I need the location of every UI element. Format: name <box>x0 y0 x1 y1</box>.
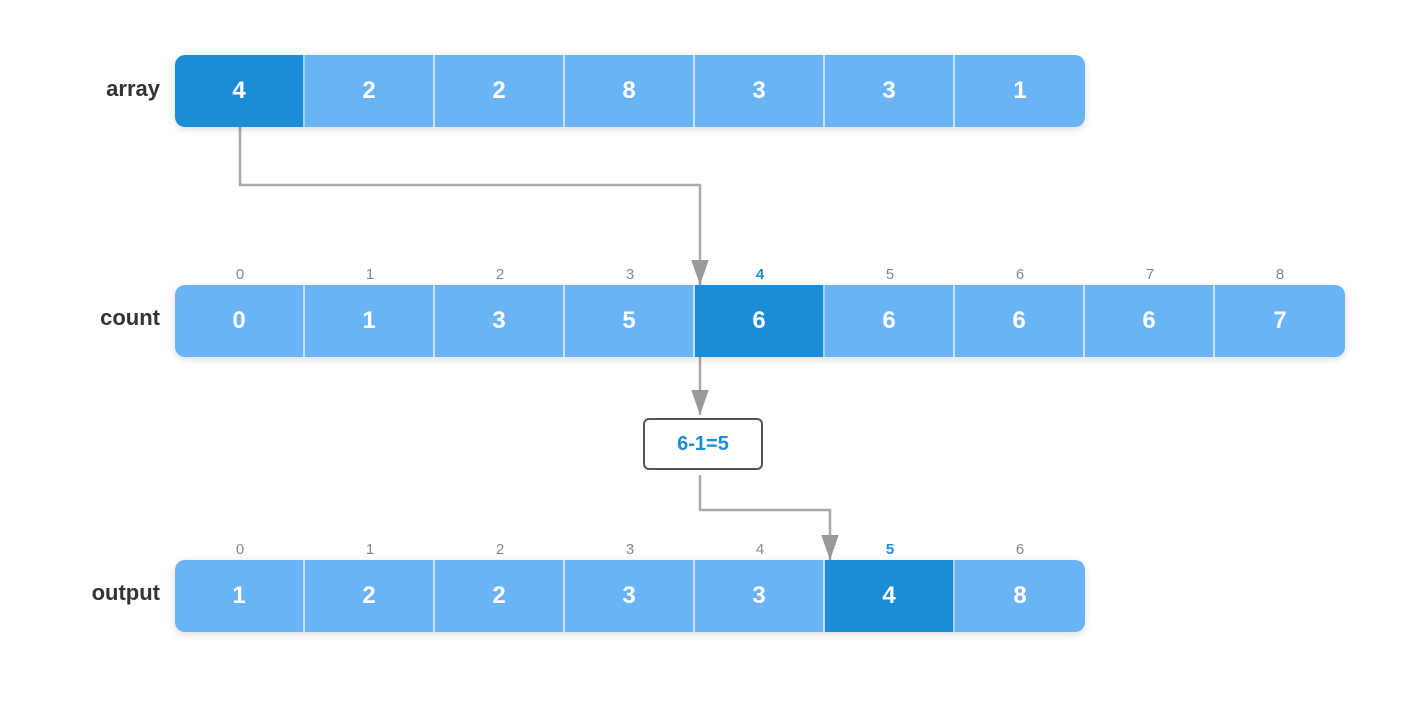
output-cell-2: 2 <box>435 560 565 632</box>
count-index-7: 7 <box>1085 263 1215 285</box>
count-index-6: 6 <box>955 263 1085 285</box>
output-index-6: 6 <box>955 538 1085 560</box>
output-index-labels: 0123456 <box>175 538 1085 560</box>
count-cell-2: 3 <box>435 285 565 357</box>
array-cell-5: 3 <box>825 55 955 127</box>
count-row: 013566667 <box>175 285 1345 357</box>
output-label: output <box>60 580 160 606</box>
output-row: 1223348 <box>175 560 1085 632</box>
array-label: array <box>60 76 160 102</box>
diagram-container: array 4228331 count 012345678 013566667 … <box>0 0 1428 720</box>
count-index-8: 8 <box>1215 263 1345 285</box>
formula-box: 6-1=5 <box>643 418 763 470</box>
count-cell-4: 6 <box>695 285 825 357</box>
array-cell-2: 2 <box>435 55 565 127</box>
output-index-2: 2 <box>435 538 565 560</box>
count-index-3: 3 <box>565 263 695 285</box>
array-cell-3: 8 <box>565 55 695 127</box>
output-cell-0: 1 <box>175 560 305 632</box>
count-cell-1: 1 <box>305 285 435 357</box>
count-cell-0: 0 <box>175 285 305 357</box>
output-cell-3: 3 <box>565 560 695 632</box>
count-cell-7: 6 <box>1085 285 1215 357</box>
array-cell-6: 1 <box>955 55 1085 127</box>
count-index-4: 4 <box>695 263 825 285</box>
output-cell-6: 8 <box>955 560 1085 632</box>
count-index-5: 5 <box>825 263 955 285</box>
count-cell-5: 6 <box>825 285 955 357</box>
count-cell-3: 5 <box>565 285 695 357</box>
output-cell-1: 2 <box>305 560 435 632</box>
output-index-4: 4 <box>695 538 825 560</box>
array-cell-1: 2 <box>305 55 435 127</box>
array-cell-4: 3 <box>695 55 825 127</box>
count-index-0: 0 <box>175 263 305 285</box>
output-cell-4: 3 <box>695 560 825 632</box>
output-index-5: 5 <box>825 538 955 560</box>
count-cell-6: 6 <box>955 285 1085 357</box>
output-index-0: 0 <box>175 538 305 560</box>
count-index-1: 1 <box>305 263 435 285</box>
count-cell-8: 7 <box>1215 285 1345 357</box>
output-index-3: 3 <box>565 538 695 560</box>
output-index-1: 1 <box>305 538 435 560</box>
count-label: count <box>60 305 160 331</box>
count-index-labels: 012345678 <box>175 263 1345 285</box>
array-cell-0: 4 <box>175 55 305 127</box>
array-row: 4228331 <box>175 55 1085 127</box>
count-index-2: 2 <box>435 263 565 285</box>
output-cell-5: 4 <box>825 560 955 632</box>
